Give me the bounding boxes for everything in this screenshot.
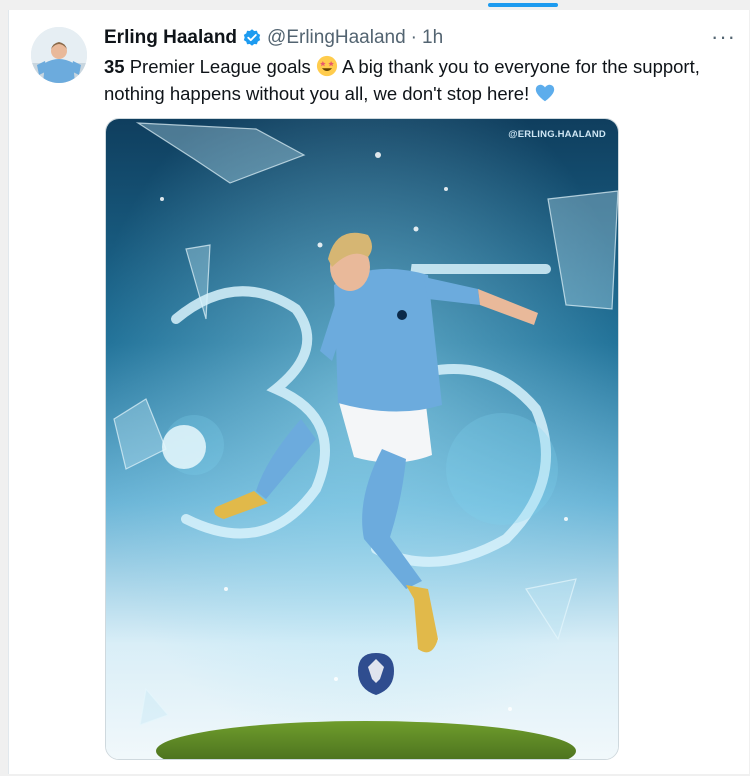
image-watermark: @ERLING.HAALAND xyxy=(508,129,606,140)
author-name[interactable]: Erling Haaland xyxy=(104,26,237,50)
tweet-text: 35 Premier League goals A big thank you … xyxy=(104,53,724,107)
tweet-header: Erling Haaland @ErlingHaaland · 1h xyxy=(104,26,443,50)
star-struck-emoji-icon xyxy=(316,55,337,77)
author-handle[interactable]: @ErlingHaaland xyxy=(267,26,406,50)
verified-badge-icon[interactable] xyxy=(242,28,262,48)
more-options-button[interactable]: ··· xyxy=(711,26,736,48)
avatar[interactable] xyxy=(31,27,87,83)
avatar-image xyxy=(31,27,87,83)
tweet-text-part-1: Premier League goals xyxy=(124,56,316,77)
goal-count: 35 xyxy=(104,56,125,77)
separator-dot: · xyxy=(410,27,417,48)
scroll-indicator xyxy=(488,3,558,7)
tweet-card[interactable]: Erling Haaland @ErlingHaaland · 1h ··· 3… xyxy=(8,10,749,774)
player-artwork xyxy=(106,119,618,759)
tweet-media-image[interactable]: @ERLING.HAALAND xyxy=(105,118,619,760)
blue-heart-emoji-icon xyxy=(536,84,555,102)
timestamp[interactable]: 1h xyxy=(422,26,443,50)
ball-glow xyxy=(162,425,206,469)
